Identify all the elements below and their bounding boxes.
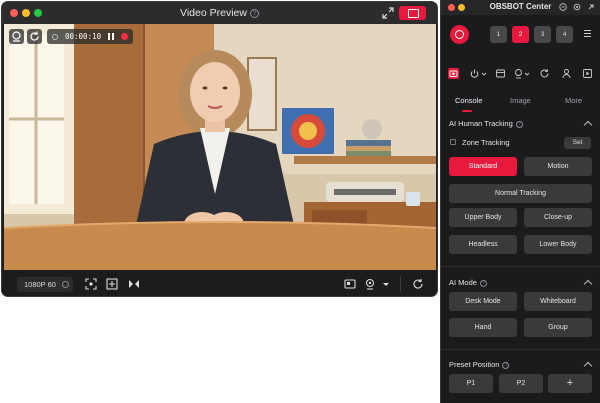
- help-icon[interactable]: ?: [479, 280, 487, 287]
- chevron-down-icon[interactable]: [481, 68, 487, 79]
- record-status-icon: [52, 33, 58, 40]
- webcam-icon[interactable]: [513, 68, 524, 79]
- tab-more[interactable]: More: [565, 96, 582, 105]
- grid-icon[interactable]: [106, 278, 118, 290]
- upper-body-button[interactable]: Upper Body: [449, 208, 517, 227]
- preview-title-text: Video Preview: [180, 7, 247, 19]
- desktop: Video Preview? 00:00:10 1080P 60 OBSBOT …: [0, 0, 600, 403]
- settings-icon: [62, 281, 69, 288]
- preset-p2-button[interactable]: P2: [499, 374, 543, 393]
- resolution-label: 1080P 60: [24, 280, 56, 289]
- flip-icon[interactable]: [128, 278, 140, 290]
- preview-overlay-toolbar: 00:00:10: [9, 29, 134, 45]
- tracking-section-header[interactable]: AI Human Tracking?: [449, 119, 523, 128]
- device-slot-4[interactable]: 4: [556, 26, 573, 43]
- help-icon[interactable]: ?: [249, 9, 259, 18]
- resolution-selector[interactable]: 1080P 60: [17, 277, 73, 292]
- toolbar-divider: [400, 276, 401, 292]
- desk-mode-button[interactable]: Desk Mode: [449, 292, 517, 311]
- center-tabs: Console Image More: [441, 94, 600, 112]
- preview-titlebar: Video Preview?: [2, 2, 437, 24]
- hand-mode-button[interactable]: Hand: [449, 318, 517, 337]
- recording-control: 00:00:10: [47, 29, 134, 44]
- stop-record-icon[interactable]: [121, 33, 129, 40]
- zone-tracking-label: Zone Tracking: [462, 138, 510, 147]
- headless-button[interactable]: Headless: [449, 235, 517, 254]
- obsbot-center-window: OBSBOT Center 1 2 3 4 Console Image More…: [440, 0, 600, 403]
- section-divider: [441, 349, 600, 350]
- normal-tracking-button[interactable]: Normal Tracking: [449, 184, 592, 203]
- preset-section-header[interactable]: Preset Position?: [449, 360, 510, 369]
- record-timer: 00:00:10: [65, 32, 102, 41]
- tab-console[interactable]: Console: [455, 96, 483, 105]
- tracking-header-text: AI Human Tracking: [449, 119, 513, 128]
- active-tab-indicator: [462, 110, 472, 112]
- pip-window-button[interactable]: [399, 6, 426, 20]
- rotate-icon[interactable]: [412, 278, 424, 290]
- lower-body-button[interactable]: Lower Body: [524, 235, 592, 254]
- device-slot-3[interactable]: 3: [534, 26, 551, 43]
- chevron-down-icon[interactable]: [380, 278, 392, 290]
- zone-set-button[interactable]: Set: [564, 137, 591, 149]
- motion-mode-button[interactable]: Motion: [524, 157, 592, 176]
- virtual-camera-icon[interactable]: [344, 278, 356, 290]
- control-icon-bar: [441, 64, 600, 84]
- video-preview-window: Video Preview? 00:00:10 1080P 60: [1, 1, 438, 297]
- obsbot-logo: [450, 25, 469, 44]
- chevron-up-icon[interactable]: [583, 279, 593, 289]
- webcam-icon: [12, 31, 21, 42]
- expand-icon[interactable]: [382, 7, 394, 19]
- menu-icon[interactable]: [584, 30, 591, 37]
- focus-icon[interactable]: [85, 278, 97, 290]
- refresh-button[interactable]: [27, 29, 42, 44]
- chevron-up-icon[interactable]: [583, 120, 593, 130]
- play-box-icon[interactable]: [582, 68, 593, 79]
- user-icon[interactable]: [561, 68, 572, 79]
- minus-circle-icon[interactable]: [559, 3, 567, 11]
- tab-image[interactable]: Image: [510, 96, 531, 105]
- device-slot-1[interactable]: 1: [490, 26, 507, 43]
- webcam-icon[interactable]: [364, 278, 376, 290]
- center-titlebar: OBSBOT Center: [441, 0, 600, 15]
- device-slot-2[interactable]: 2: [512, 26, 529, 43]
- preview-title: Video Preview?: [2, 7, 437, 19]
- preset-p1-button[interactable]: P1: [449, 374, 493, 393]
- ai-mode-section-header[interactable]: AI Mode?: [449, 278, 487, 287]
- add-preset-button[interactable]: +: [548, 374, 592, 393]
- preview-window-icon[interactable]: [495, 68, 506, 79]
- refresh-icon: [30, 31, 39, 41]
- pause-icon[interactable]: [108, 33, 115, 40]
- preview-bottom-toolbar: 1080P 60: [2, 270, 437, 296]
- help-icon[interactable]: ?: [502, 362, 510, 369]
- ai-mode-header-text: AI Mode: [449, 278, 477, 287]
- standard-mode-button[interactable]: Standard: [449, 157, 517, 176]
- section-divider: [441, 266, 600, 267]
- video-feed[interactable]: 00:00:10: [4, 24, 436, 270]
- pin-icon[interactable]: [587, 3, 595, 11]
- chevron-down-icon[interactable]: [524, 68, 530, 79]
- chevron-up-icon[interactable]: [583, 361, 593, 371]
- group-mode-button[interactable]: Group: [524, 318, 592, 337]
- video-frame-image: [4, 24, 436, 270]
- refresh-icon[interactable]: [539, 68, 550, 79]
- whiteboard-mode-button[interactable]: Whiteboard: [524, 292, 592, 311]
- camera-switch-button[interactable]: [9, 29, 24, 44]
- close-up-button[interactable]: Close-up: [524, 208, 592, 227]
- preset-header-text: Preset Position: [449, 360, 500, 369]
- gear-icon[interactable]: [573, 3, 581, 11]
- zone-tracking-checkbox[interactable]: [450, 139, 456, 145]
- power-icon[interactable]: [469, 68, 480, 79]
- help-icon[interactable]: ?: [515, 121, 523, 128]
- camera-control-icon[interactable]: [448, 68, 459, 79]
